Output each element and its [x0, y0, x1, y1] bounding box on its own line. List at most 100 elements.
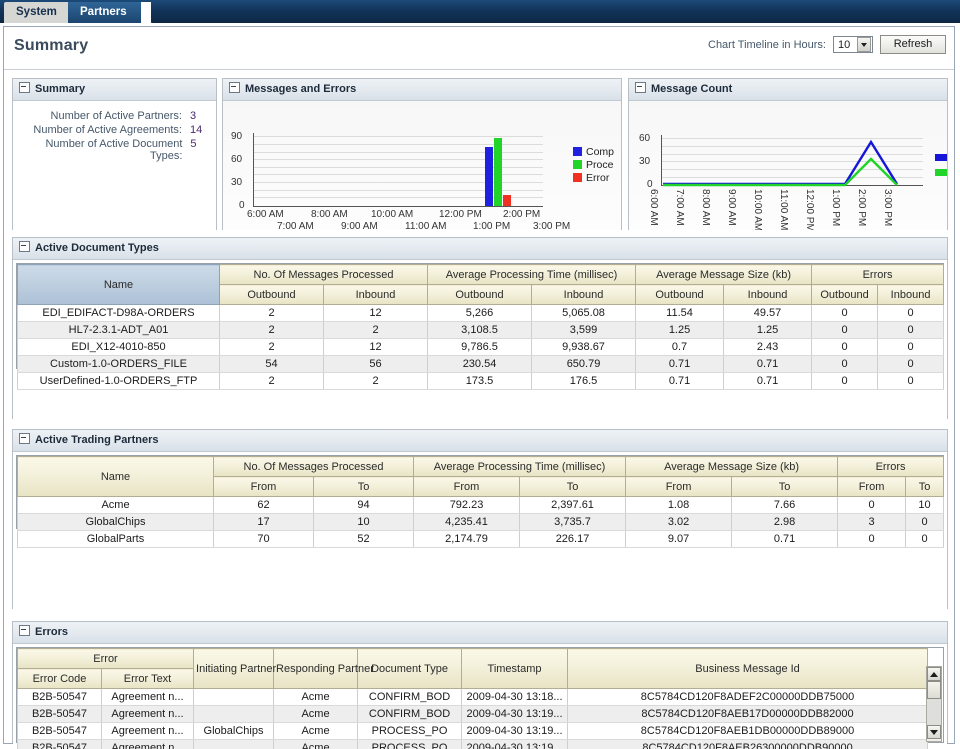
summary-panel-body: Number of Active Partners: 3 Number of A…	[13, 101, 216, 238]
summary-panel-header[interactable]: Summary	[13, 79, 216, 101]
doc-types-col-name[interactable]: Name	[18, 265, 220, 305]
cell-time-in: 176.5	[532, 373, 636, 390]
doc-types-sub-time-inbound[interactable]: Inbound	[532, 285, 636, 305]
cell-size-to: 2.98	[732, 514, 838, 531]
table-row[interactable]: B2B-50547 Agreement n... Acme CONFIRM_BO…	[18, 689, 928, 706]
doc-types-sub-time-outbound[interactable]: Outbound	[428, 285, 532, 305]
doc-types-header[interactable]: Active Document Types	[13, 238, 947, 260]
messages-errors-header[interactable]: Messages and Errors	[223, 79, 621, 101]
table-row[interactable]: Acme 62 94 792.23 2,397.61 1.08 7.66 0 1…	[18, 497, 944, 514]
tab-partners[interactable]: Partners	[68, 2, 141, 23]
partners-sub-time-from[interactable]: From	[414, 477, 520, 497]
partners-sub-err-to[interactable]: To	[906, 477, 944, 497]
line-xtick-3pm: 3:00 PM	[882, 189, 893, 226]
cell-name: GlobalParts	[18, 531, 214, 548]
tab-partners-label: Partners	[80, 6, 127, 18]
errors-col-timestamp[interactable]: Timestamp	[462, 649, 568, 689]
errors-table: Error Initiating Partner Responding Part…	[17, 648, 928, 749]
legend-swatch-completed	[573, 147, 582, 156]
cell-timestamp: 2009-04-30 13:19...	[462, 723, 568, 740]
message-count-body: 60 30 0 6:00 AM 7:00 AM 8:00 A	[629, 101, 947, 230]
cell-msg-from: 70	[214, 531, 314, 548]
cell-err-in: 0	[878, 305, 944, 322]
cell-msg-out: 2	[220, 322, 324, 339]
cell-error-text: Agreement n...	[102, 723, 194, 740]
table-row[interactable]: EDI_X12-4010-850 2 12 9,786.5 9,938.67 0…	[18, 339, 944, 356]
cell-err-out: 0	[812, 339, 878, 356]
cell-size-out: 11.54	[636, 305, 724, 322]
line-xtick-7am: 7:00 AM	[674, 189, 685, 226]
partners-sub-size-to[interactable]: To	[732, 477, 838, 497]
cell-size-in: 0.71	[724, 356, 812, 373]
partners-header[interactable]: Active Trading Partners	[13, 430, 947, 452]
cell-msg-out: 2	[220, 305, 324, 322]
partners-sub-msg-to[interactable]: To	[314, 477, 414, 497]
scrollbar-thumb[interactable]	[927, 681, 941, 699]
summary-row: Number of Active Agreements: 14	[13, 123, 216, 137]
tab-system[interactable]: System	[4, 2, 71, 23]
cell-size-out: 0.71	[636, 356, 724, 373]
cell-error-code: B2B-50547	[18, 723, 102, 740]
collapse-icon[interactable]	[19, 433, 30, 444]
cell-err-in: 0	[878, 322, 944, 339]
table-row[interactable]: B2B-50547 Agreement n... Acme CONFIRM_BO…	[18, 706, 928, 723]
chart-timeline-select[interactable]: 10	[833, 36, 873, 53]
partners-col-name[interactable]: Name	[18, 457, 214, 497]
collapse-icon[interactable]	[229, 82, 240, 93]
table-row[interactable]: HL7-2.3.1-ADT_A01 2 2 3,108.5 3,599 1.25…	[18, 322, 944, 339]
partners-sub-size-from[interactable]: From	[626, 477, 732, 497]
table-row[interactable]: B2B-50547 Agreement n... GlobalChips Acm…	[18, 723, 928, 740]
collapse-icon[interactable]	[19, 625, 30, 636]
doc-types-sub-msg-inbound[interactable]: Inbound	[324, 285, 428, 305]
table-row[interactable]: GlobalChips 17 10 4,235.41 3,735.7 3.02 …	[18, 514, 944, 531]
message-count-header[interactable]: Message Count	[629, 79, 947, 101]
cell-err-out: 0	[812, 356, 878, 373]
partners-sub-err-from[interactable]: From	[838, 477, 906, 497]
errors-col-initiating[interactable]: Initiating Partner	[194, 649, 274, 689]
errors-scrollbar[interactable]	[926, 666, 942, 742]
errors-header[interactable]: Errors	[13, 622, 947, 644]
errors-sub-code[interactable]: Error Code	[18, 669, 102, 689]
cell-document-type: PROCESS_PO	[358, 723, 462, 740]
collapse-icon[interactable]	[19, 241, 30, 252]
doc-types-sub-msg-outbound[interactable]: Outbound	[220, 285, 324, 305]
cell-error-code: B2B-50547	[18, 689, 102, 706]
collapse-icon[interactable]	[19, 82, 30, 93]
active-document-types-panel: Active Document Types Name No. Of Messag…	[12, 237, 948, 419]
doc-types-sub-err-inbound[interactable]: Inbound	[878, 285, 944, 305]
doc-types-sub-err-outbound[interactable]: Outbound	[812, 285, 878, 305]
scrollbar-track[interactable]	[927, 699, 941, 725]
cell-size-in: 1.25	[724, 322, 812, 339]
doc-types-sub-size-outbound[interactable]: Outbound	[636, 285, 724, 305]
cell-business-message-id[interactable]: 8C5784CD120F8ADEF2C00000DDB75000	[568, 689, 928, 706]
legend-swatch-processed	[573, 160, 582, 169]
table-row[interactable]: UserDefined-1.0-ORDERS_FTP 2 2 173.5 176…	[18, 373, 944, 390]
chevron-down-icon	[857, 37, 871, 52]
chart-timeline-value: 10	[838, 39, 850, 51]
errors-col-responding[interactable]: Responding Partner	[274, 649, 358, 689]
legend-swatch-errors	[573, 173, 582, 182]
doc-types-sub-size-inbound[interactable]: Inbound	[724, 285, 812, 305]
bar-xtick-8am: 8:00 AM	[311, 209, 348, 220]
collapse-icon[interactable]	[635, 82, 646, 93]
cell-name: Acme	[18, 497, 214, 514]
scroll-down-button[interactable]	[927, 725, 941, 739]
partners-sub-msg-from[interactable]: From	[214, 477, 314, 497]
cell-time-in: 650.79	[532, 356, 636, 373]
cell-business-message-id[interactable]: 8C5784CD120F8AEB1DB00000DDB89000	[568, 723, 928, 740]
partners-sub-time-to[interactable]: To	[520, 477, 626, 497]
cell-business-message-id[interactable]: 8C5784CD120F8AEB17D00000DDB82000	[568, 706, 928, 723]
table-row[interactable]: Custom-1.0-ORDERS_FILE 54 56 230.54 650.…	[18, 356, 944, 373]
table-row[interactable]: EDI_EDIFACT-D98A-ORDERS 2 12 5,266 5,065…	[18, 305, 944, 322]
table-row[interactable]: GlobalParts 70 52 2,174.79 226.17 9.07 0…	[18, 531, 944, 548]
cell-msg-out: 2	[220, 373, 324, 390]
errors-col-msgid[interactable]: Business Message Id	[568, 649, 928, 689]
cell-size-from: 9.07	[626, 531, 732, 548]
cell-time-to: 226.17	[520, 531, 626, 548]
scroll-up-button[interactable]	[927, 667, 941, 681]
bar-processed	[494, 138, 502, 206]
refresh-button[interactable]: Refresh	[880, 35, 946, 54]
errors-col-doctype[interactable]: Document Type	[358, 649, 462, 689]
doc-types-col-messages: No. Of Messages Processed	[220, 265, 428, 285]
errors-sub-text[interactable]: Error Text	[102, 669, 194, 689]
